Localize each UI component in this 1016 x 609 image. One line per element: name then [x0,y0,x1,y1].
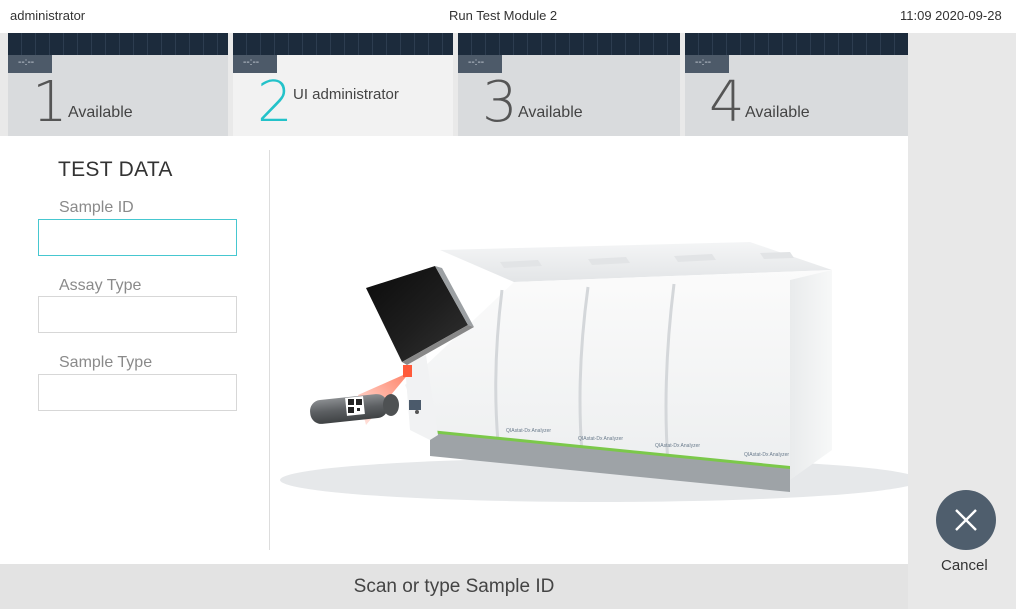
screen-title: Run Test Module 2 [449,8,558,23]
unit-label-2: QIAstat-Dx Analyzer [578,436,623,442]
module-number: 3 [482,70,518,135]
module-status-stripe [458,33,680,55]
module-number: 2 [257,70,293,135]
module-status-label: Available [745,104,810,121]
module-status-label: UI administrator [293,86,399,103]
module-number: 4 [709,70,745,135]
module-status-label: Available [68,104,133,121]
unit-label-1: QIAstat-Dx Analyzer [506,428,551,434]
assay-type-label: Assay Type [59,277,142,294]
unit-label-4: QIAstat-Dx Analyzer [744,452,789,458]
analyzer-illustration: QIAstat-Dx Analyzer QIAstat-Dx Analyzer … [270,150,920,555]
module-number: 1 [32,70,68,135]
clock-datetime: 11:09 2020-09-28 [900,8,1002,23]
module-status-label: Available [518,104,583,121]
assay-type-field [38,296,237,333]
module-tab-3[interactable]: --:-- 3 Available [458,33,680,136]
analyzer-instrument-icon: QIAstat-Dx Analyzer QIAstat-Dx Analyzer … [280,242,920,502]
module-tab-1[interactable]: --:-- 1 Available [8,33,228,136]
unit-label-3: QIAstat-Dx Analyzer [655,443,700,449]
status-bar: administrator Run Test Module 2 11:09 20… [0,0,1016,33]
cancel-button[interactable] [936,490,996,550]
module-tab-2[interactable]: --:-- 2 UI administrator [233,33,453,136]
module-status-stripe [233,33,453,55]
instruction-prompt: Scan or type Sample ID [0,564,908,609]
test-data-title: TEST DATA [58,158,173,181]
sample-id-input[interactable] [38,219,237,256]
module-status-stripe [685,33,908,55]
sample-type-field [38,374,237,411]
sample-id-label: Sample ID [59,199,134,216]
module-tab-4[interactable]: --:-- 4 Available [685,33,908,136]
close-icon [955,509,977,531]
current-user: administrator [10,8,86,23]
cancel-label: Cancel [941,557,988,574]
module-status-stripe [8,33,228,55]
sample-type-label: Sample Type [59,354,153,371]
